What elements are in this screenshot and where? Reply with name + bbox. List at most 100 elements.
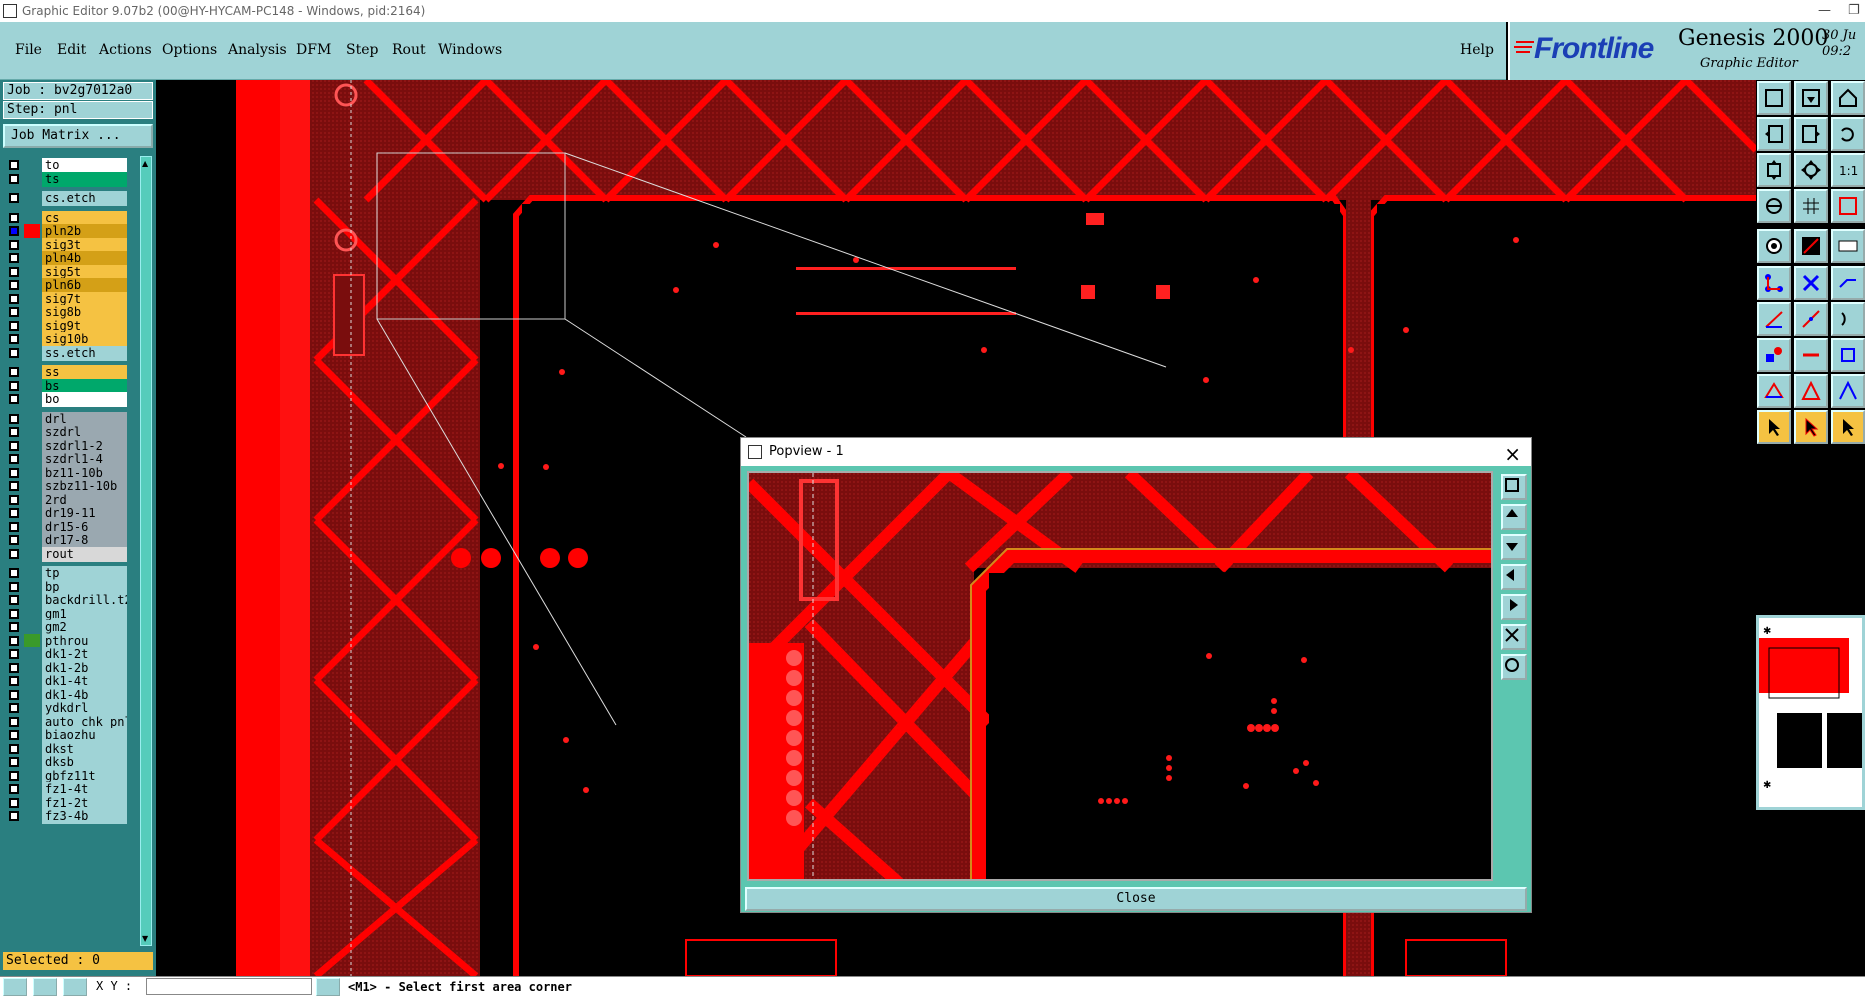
layer-checkbox[interactable] xyxy=(9,173,19,184)
popview-pan-down-button[interactable] xyxy=(1501,534,1527,560)
connect-button[interactable] xyxy=(1757,266,1791,300)
layer-checkbox[interactable] xyxy=(9,703,19,713)
select-red-button[interactable] xyxy=(1794,410,1828,444)
popview-pan-right-button[interactable] xyxy=(1501,594,1527,620)
menu-help[interactable]: Help xyxy=(1460,42,1494,58)
layer-row[interactable]: bo xyxy=(4,392,127,407)
layer-name[interactable]: rout xyxy=(42,546,127,562)
layer-checkbox[interactable] xyxy=(9,622,19,632)
zoom-center-button[interactable] xyxy=(1794,153,1828,187)
cross-button[interactable] xyxy=(1794,266,1828,300)
layer-checkbox[interactable] xyxy=(9,635,19,646)
layer-checkbox[interactable] xyxy=(9,535,19,545)
zoom-fit-button[interactable] xyxy=(1757,153,1791,187)
menu-options[interactable]: Options xyxy=(162,42,217,58)
popview-zoom-in-button[interactable] xyxy=(1501,474,1527,500)
layer-checkbox[interactable] xyxy=(9,757,19,767)
layer-name[interactable]: fz3-4b xyxy=(42,809,127,824)
layer-checkbox[interactable] xyxy=(9,797,19,808)
layer-name[interactable]: ss.etch xyxy=(42,345,127,361)
layer-checkbox[interactable] xyxy=(9,367,19,377)
layer-checkbox[interactable] xyxy=(9,334,19,344)
pan-left-button[interactable] xyxy=(1757,117,1791,151)
select-button[interactable] xyxy=(1757,410,1791,444)
close-icon[interactable]: × xyxy=(1504,440,1521,468)
layer-checkbox[interactable] xyxy=(9,293,19,304)
layer-checkbox[interactable] xyxy=(9,811,19,821)
route-button[interactable] xyxy=(1831,266,1865,300)
layer-checkbox[interactable] xyxy=(9,716,19,727)
line-draw-button[interactable] xyxy=(1794,229,1828,263)
minimize-icon[interactable]: — xyxy=(1818,0,1831,22)
layer-checkbox[interactable] xyxy=(9,467,19,478)
layer-checkbox[interactable] xyxy=(9,347,19,358)
layer-row[interactable]: rout xyxy=(4,546,127,562)
layer-checkbox[interactable] xyxy=(9,743,19,754)
grid-button[interactable] xyxy=(1794,189,1828,223)
layer-checkbox[interactable] xyxy=(9,413,19,424)
layer-checkbox[interactable] xyxy=(9,649,19,659)
layer-name[interactable]: ts xyxy=(42,171,127,187)
layer-checkbox[interactable] xyxy=(9,730,19,740)
layer-checkbox[interactable] xyxy=(9,662,19,673)
scroll-down-icon[interactable]: ▼ xyxy=(142,934,148,943)
menu-windows[interactable]: Windows xyxy=(438,42,502,58)
layer-checkbox[interactable] xyxy=(9,454,19,464)
menu-step[interactable]: Step xyxy=(346,42,378,58)
layer-row[interactable]: cs.etch xyxy=(4,191,127,206)
status-pause-button[interactable] xyxy=(316,978,340,996)
snap-button[interactable] xyxy=(1757,189,1791,223)
layer-checkbox[interactable] xyxy=(9,212,19,223)
layer-checkbox[interactable] xyxy=(9,307,19,317)
restore-icon[interactable]: ❐ xyxy=(1848,0,1860,22)
status-grid-button[interactable] xyxy=(63,978,87,996)
layer-checkbox[interactable] xyxy=(9,770,19,781)
layer-checkbox[interactable] xyxy=(9,689,19,700)
popview-zoom-image[interactable] xyxy=(747,471,1493,881)
angle-button[interactable] xyxy=(1757,302,1791,336)
measure-button[interactable] xyxy=(1757,229,1791,263)
layer-checkbox[interactable] xyxy=(9,226,19,236)
pad-button[interactable] xyxy=(1757,338,1791,372)
job-matrix-button[interactable]: Job Matrix ... xyxy=(3,124,153,148)
menu-actions[interactable]: Actions xyxy=(99,42,152,58)
layer-checkbox[interactable] xyxy=(9,193,19,203)
popview-fit-button[interactable] xyxy=(1501,624,1527,650)
undo-view-button[interactable] xyxy=(1831,117,1865,151)
menu-dfm[interactable]: DFM xyxy=(296,42,331,58)
arc-button[interactable] xyxy=(1831,302,1865,336)
shape-button[interactable] xyxy=(1831,374,1865,408)
layer-checkbox[interactable] xyxy=(9,320,19,331)
layer-row[interactable]: ss.etch xyxy=(4,345,127,361)
layer-checkbox[interactable] xyxy=(9,521,19,532)
layer-checkbox[interactable] xyxy=(9,380,19,391)
layer-scrollbar[interactable]: ▲ ▼ xyxy=(140,156,152,946)
zoom-home-button[interactable] xyxy=(1757,81,1791,115)
zoom-down-button[interactable] xyxy=(1794,81,1828,115)
layer-row[interactable]: ts xyxy=(4,171,127,187)
zoom-1to1-button[interactable]: 1:1 xyxy=(1831,153,1865,187)
menu-analysis[interactable]: Analysis xyxy=(228,42,287,58)
layer-checkbox[interactable] xyxy=(9,494,19,505)
layer-checkbox[interactable] xyxy=(9,427,19,437)
overview-map[interactable]: ✱ ✱ xyxy=(1756,615,1865,810)
layer-checkbox[interactable] xyxy=(9,568,19,578)
scroll-up-icon[interactable]: ▲ xyxy=(142,159,148,168)
status-cancel-button[interactable] xyxy=(33,978,57,996)
layer-checkbox[interactable] xyxy=(9,239,19,250)
layer-checkbox[interactable] xyxy=(9,266,19,277)
layer-checkbox[interactable] xyxy=(9,280,19,290)
layer-name[interactable]: bo xyxy=(42,392,127,407)
layer-checkbox[interactable] xyxy=(9,595,19,605)
status-select-button[interactable] xyxy=(3,978,27,996)
layer-checkbox[interactable] xyxy=(9,784,19,794)
diagonal-button[interactable] xyxy=(1794,302,1828,336)
layer-checkbox[interactable] xyxy=(9,508,19,518)
select-multi-button[interactable] xyxy=(1831,410,1865,444)
layer-checkbox[interactable] xyxy=(9,160,19,170)
layer-checkbox[interactable] xyxy=(9,394,19,404)
popview-pan-up-button[interactable] xyxy=(1501,504,1527,530)
popview-zoom-out-button[interactable] xyxy=(1501,654,1527,680)
layer-checkbox[interactable] xyxy=(9,676,19,686)
layer-color-button[interactable] xyxy=(1831,189,1865,223)
